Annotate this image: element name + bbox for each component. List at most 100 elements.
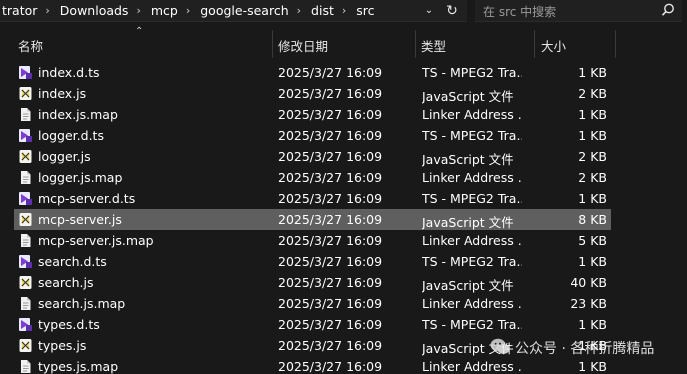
generic-file-icon [18, 170, 33, 185]
file-modified-date: 2025/3/27 16:09 [278, 317, 383, 332]
file-modified-date: 2025/3/27 16:09 [278, 170, 383, 185]
file-modified-date: 2025/3/27 16:09 [278, 359, 383, 374]
file-size: 1 KB [578, 107, 607, 122]
file-name: logger.js [38, 149, 91, 164]
column-divider[interactable] [272, 30, 273, 58]
file-type: Linker Address ... [422, 107, 522, 122]
file-modified-date: 2025/3/27 16:09 [278, 338, 383, 353]
js-file-icon [18, 275, 33, 290]
file-size: 1 KB [578, 65, 607, 80]
file-modified-date: 2025/3/27 16:09 [278, 212, 383, 227]
file-row[interactable]: mcp-server.d.ts 2025/3/27 16:09 TS - MPEG2… [14, 188, 611, 209]
file-size: 8 KB [578, 212, 607, 227]
address-bar[interactable]: trator › Downloads › mcp › google-search… [0, 0, 467, 22]
file-type: JavaScript 文件 [422, 152, 514, 167]
file-modified-date: 2025/3/27 16:09 [278, 86, 383, 101]
chevron-right-icon[interactable]: › [341, 4, 354, 17]
file-name: search.js.map [38, 296, 126, 311]
file-row[interactable]: index.d.ts 2025/3/27 16:09 TS - MPEG2 Tra.… [14, 62, 611, 83]
breadcrumb-item[interactable]: Downloads [58, 3, 136, 18]
file-type: TS - MPEG2 Tra... [422, 317, 522, 332]
breadcrumb-item[interactable]: trator [0, 3, 44, 18]
file-size: 2 KB [578, 149, 607, 164]
file-modified-date: 2025/3/27 16:09 [278, 107, 383, 122]
file-row[interactable]: logger.js.map 2025/3/27 16:09 Linker Addre… [14, 167, 611, 188]
js-file-icon [18, 86, 33, 101]
file-name: index.js.map [38, 107, 118, 122]
column-divider[interactable] [534, 30, 535, 58]
search-icon[interactable] [660, 2, 676, 18]
file-list: index.d.ts 2025/3/27 16:09 TS - MPEG2 Tra.… [0, 60, 687, 374]
file-modified-date: 2025/3/27 16:09 [278, 275, 383, 290]
file-row[interactable]: types.js.map 2025/3/27 16:09 Linker Addres… [14, 356, 611, 374]
file-type: Linker Address ... [422, 296, 522, 311]
file-name: types.d.ts [38, 317, 100, 332]
file-type: JavaScript 文件 [422, 278, 514, 293]
file-row[interactable]: mcp-server.js.map 2025/3/27 16:09 Linker A… [14, 230, 611, 251]
file-type: JavaScript 文件 [422, 215, 514, 230]
refresh-icon[interactable]: ↻ [443, 2, 461, 20]
column-header-date[interactable]: 修改日期 [278, 36, 328, 55]
generic-file-icon [18, 107, 33, 122]
generic-file-icon [18, 296, 33, 311]
column-divider[interactable] [615, 30, 616, 58]
file-row[interactable]: logger.d.ts 2025/3/27 16:09 TS - MPEG2 Tra… [14, 125, 611, 146]
column-header-type[interactable]: 类型 [421, 36, 446, 55]
chevron-right-icon[interactable]: › [44, 4, 57, 17]
watermark: 公众号 · 各种折腾精品 [489, 336, 687, 358]
file-size: 1 KB [578, 191, 607, 206]
generic-file-icon [18, 233, 33, 248]
file-row[interactable]: mcp-server.js 2025/3/27 16:09 JavaScript 文… [14, 209, 611, 230]
breadcrumb-item[interactable]: google-search [198, 3, 295, 18]
file-type: TS - MPEG2 Tra... [422, 128, 522, 143]
file-row[interactable]: search.js 2025/3/27 16:09 JavaScript 文件 40 … [14, 272, 611, 293]
file-type: Linker Address ... [422, 170, 522, 185]
file-name: types.js.map [38, 359, 119, 374]
breadcrumb-item[interactable]: src [354, 3, 381, 18]
file-row[interactable]: types.d.ts 2025/3/27 16:09 TS - MPEG2 Tra.… [14, 314, 611, 335]
js-file-icon [18, 149, 33, 164]
file-name: index.d.ts [38, 65, 100, 80]
file-size: 2 KB [578, 86, 607, 101]
file-size: 1 KB [578, 128, 607, 143]
file-name: mcp-server.js [38, 212, 122, 227]
breadcrumb-item[interactable]: dist [309, 3, 341, 18]
breadcrumb-item[interactable]: mcp [149, 3, 185, 18]
file-name: mcp-server.d.ts [38, 191, 136, 206]
ts-file-icon [18, 191, 33, 206]
file-type: TS - MPEG2 Tra... [422, 191, 522, 206]
file-size: 1 KB [578, 317, 607, 332]
file-type: TS - MPEG2 Tra... [422, 254, 522, 269]
file-row[interactable]: logger.js 2025/3/27 16:09 JavaScript 文件 2 K… [14, 146, 611, 167]
file-type: Linker Address ... [422, 359, 522, 374]
column-header-name[interactable]: 名称 [18, 36, 43, 55]
file-size: 40 KB [570, 275, 607, 290]
file-row[interactable]: index.js.map 2025/3/27 16:09 Linker Addres… [14, 104, 611, 125]
file-name: types.js [38, 338, 87, 353]
file-modified-date: 2025/3/27 16:09 [278, 296, 383, 311]
file-name: search.d.ts [38, 254, 107, 269]
search-input[interactable]: 在 src 中搜索 [483, 3, 556, 20]
file-name: logger.d.ts [38, 128, 104, 143]
column-divider[interactable] [415, 30, 416, 58]
chevron-right-icon[interactable]: › [296, 4, 309, 17]
ts-file-icon [18, 65, 33, 80]
file-name: index.js [38, 86, 87, 101]
file-type: TS - MPEG2 Tra... [422, 65, 522, 80]
sort-ascending-icon: ⌃ [135, 26, 144, 37]
file-modified-date: 2025/3/27 16:09 [278, 233, 383, 248]
column-header-size[interactable]: 大小 [541, 36, 566, 55]
file-row[interactable]: search.js.map 2025/3/27 16:09 Linker Addre… [14, 293, 611, 314]
watermark-text: 公众号 · 各种折腾精品 [515, 341, 655, 357]
chevron-right-icon[interactable]: › [185, 4, 198, 17]
chevron-right-icon[interactable]: › [135, 4, 148, 17]
ts-file-icon [18, 254, 33, 269]
chevron-down-icon[interactable]: ⌄ [421, 3, 437, 19]
search-box[interactable]: 在 src 中搜索 [475, 0, 682, 22]
file-modified-date: 2025/3/27 16:09 [278, 254, 383, 269]
file-size: 2 KB [578, 170, 607, 185]
file-name: mcp-server.js.map [38, 233, 154, 248]
file-row[interactable]: search.d.ts 2025/3/27 16:09 TS - MPEG2 Tra… [14, 251, 611, 272]
file-size: 1 KB [578, 254, 607, 269]
file-row[interactable]: index.js 2025/3/27 16:09 JavaScript 文件 2 KB [14, 83, 611, 104]
